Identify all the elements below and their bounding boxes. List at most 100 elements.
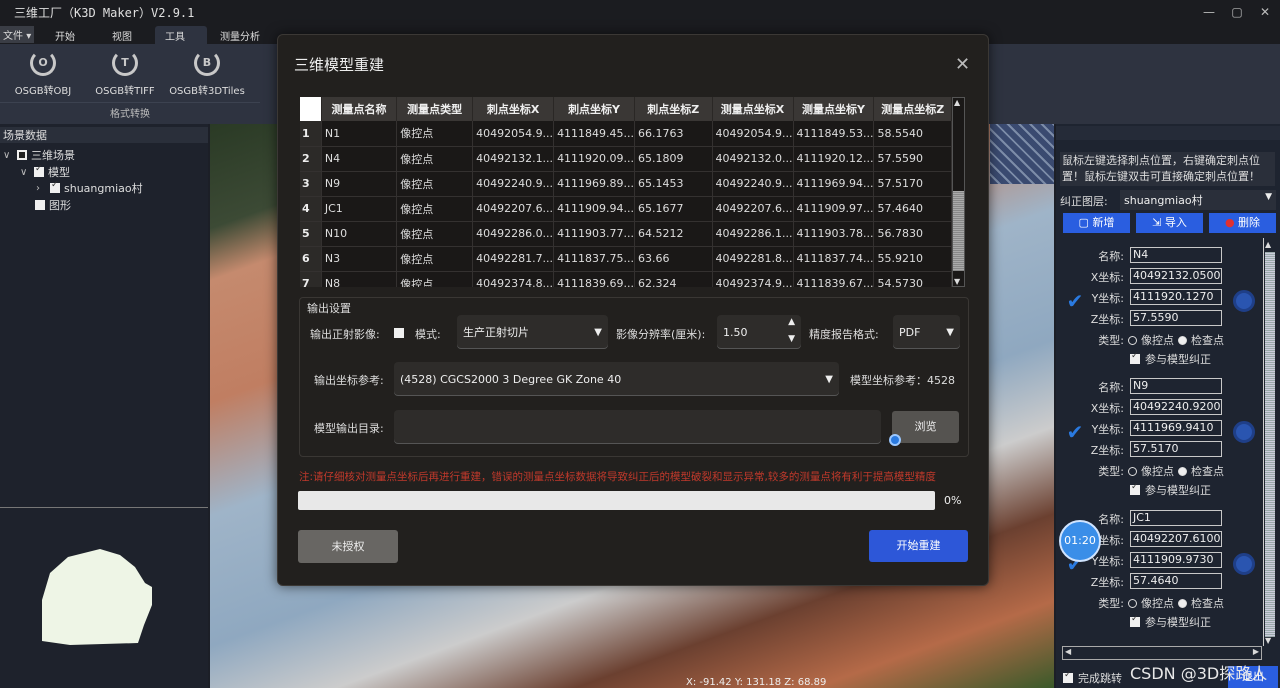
table-cell[interactable]: 54.5730 (873, 271, 952, 287)
table-cell[interactable]: 40492374.8... (472, 271, 555, 287)
table-row[interactable]: 1 N1 像控点 40492054.9... 4111849.45... 66.1763 4… (300, 121, 952, 147)
close-icon[interactable]: ✕ (955, 54, 970, 75)
chevron-right-icon[interactable]: › (36, 183, 46, 194)
table-cell[interactable]: JC1 (321, 196, 398, 222)
checkbox[interactable] (1063, 670, 1073, 683)
table-cell[interactable]: 4111909.94... (553, 196, 636, 222)
table-cell[interactable]: 40492132.1... (472, 146, 555, 172)
row-number[interactable]: 6 (300, 246, 322, 272)
table-cell[interactable]: 40492374.9... (712, 271, 794, 287)
table-cell[interactable]: 63.66 (634, 246, 713, 272)
table-cell[interactable]: 40492054.9... (712, 121, 794, 147)
locate-target-icon[interactable] (1233, 553, 1255, 575)
checkbox[interactable] (1130, 351, 1140, 364)
spin-down-icon[interactable]: ▼ (788, 334, 795, 344)
y-coordinate-field[interactable]: 4111909.9730 (1130, 552, 1222, 568)
report-format-select[interactable]: PDF ▼ (893, 315, 960, 349)
table-row[interactable]: 5 N10 像控点 40492286.0... 4111903.77... 64.5212… (300, 221, 952, 247)
checkbox[interactable] (34, 164, 44, 177)
x-coordinate-field[interactable]: 40492240.9200 (1130, 399, 1222, 415)
start-reconstruction-button[interactable]: 开始重建 (869, 530, 968, 562)
table-cell[interactable]: 64.5212 (634, 221, 713, 247)
table-cell[interactable]: 4111903.78... (793, 221, 875, 247)
add-point-button[interactable]: ▢ 新增 (1063, 213, 1130, 233)
column-header[interactable]: 测量点类型 (396, 97, 474, 121)
column-header[interactable]: 测量点坐标Z (873, 97, 952, 121)
table-cell[interactable]: 4111969.89... (553, 171, 636, 197)
tab-tools[interactable]: 工具 (155, 26, 207, 44)
table-cell[interactable]: 像控点 (396, 221, 474, 247)
table-cell[interactable]: 58.5540 (873, 121, 952, 147)
table-cell[interactable]: 像控点 (396, 271, 474, 287)
resolution-spinbox[interactable]: 1.50 ▲ ▼ (717, 315, 801, 349)
x-coordinate-field[interactable]: 40492207.6100 (1130, 531, 1222, 547)
locate-target-icon[interactable] (1233, 290, 1255, 312)
table-cell[interactable]: 4111849.45... (553, 121, 636, 147)
table-cell[interactable]: N3 (321, 246, 398, 272)
locate-target-icon[interactable] (1233, 421, 1255, 443)
table-cell[interactable]: N8 (321, 271, 398, 287)
table-cell[interactable]: 4111920.12... (793, 146, 875, 172)
table-cell[interactable]: 40492054.9... (472, 121, 555, 147)
table-cell[interactable]: 40492281.7... (472, 246, 555, 272)
row-number[interactable]: 3 (300, 171, 322, 197)
column-header[interactable]: 测量点坐标Y (793, 97, 875, 121)
scroll-up-icon[interactable]: ▲ (954, 98, 960, 107)
y-coordinate-field[interactable]: 4111969.9410 (1130, 420, 1222, 436)
table-cell[interactable]: 4111909.97... (793, 196, 875, 222)
table-cell[interactable]: 4111969.94... (793, 171, 875, 197)
row-number[interactable]: 5 (300, 221, 322, 247)
osgb-to-3dtiles-button[interactable]: B OSGB转3DTiles (167, 48, 247, 97)
point-name-field[interactable]: JC1 (1130, 510, 1222, 526)
table-cell[interactable]: 40492240.9... (472, 171, 555, 197)
participate-checkbox[interactable]: 参与模型纠正 (1130, 351, 1211, 367)
table-cell[interactable]: 57.5590 (873, 146, 952, 172)
scrollbar-thumb[interactable] (953, 191, 964, 271)
browse-button[interactable]: 浏览 (892, 411, 959, 443)
scroll-down-icon[interactable]: ▼ (954, 277, 960, 286)
table-cell[interactable]: 像控点 (396, 171, 474, 197)
radio-check-point[interactable] (1178, 598, 1187, 608)
z-coordinate-field[interactable]: 57.5590 (1130, 310, 1222, 326)
radio-control-point[interactable] (1128, 466, 1137, 476)
done-jump-checkbox[interactable]: 完成跳转 (1063, 670, 1122, 686)
mode-select[interactable]: 生产正射切片 ▼ (457, 315, 608, 349)
minimap[interactable] (40, 545, 165, 650)
tree-item-shuangmiao[interactable]: › shuangmiao村 (36, 180, 143, 196)
osgb-to-obj-button[interactable]: O OSGB转OBJ (3, 48, 83, 97)
table-cell[interactable]: 65.1677 (634, 196, 713, 222)
participate-checkbox[interactable]: 参与模型纠正 (1130, 614, 1211, 630)
table-cell[interactable]: 57.5170 (873, 171, 952, 197)
table-cell[interactable]: N1 (321, 121, 398, 147)
scroll-left-icon[interactable]: ◀ (1065, 647, 1071, 656)
table-cell[interactable]: 62.324 (634, 271, 713, 287)
table-row[interactable]: 7 N8 像控点 40492374.8... 4111839.69... 62.324 40… (300, 271, 952, 287)
file-menu[interactable]: 文件 ▾ (0, 26, 35, 43)
checkbox[interactable] (1130, 614, 1140, 627)
y-coordinate-field[interactable]: 4111920.1270 (1130, 289, 1222, 305)
scroll-up-icon[interactable]: ▲ (1265, 240, 1271, 249)
table-cell[interactable]: 4111839.67... (793, 271, 875, 287)
point-name-field[interactable]: N9 (1130, 378, 1222, 394)
scrollbar-thumb[interactable] (1265, 252, 1275, 637)
radio-control-point[interactable] (1128, 598, 1137, 608)
participate-checkbox[interactable]: 参与模型纠正 (1130, 482, 1211, 498)
table-cell[interactable]: 56.7830 (873, 221, 952, 247)
table-row[interactable]: 6 N3 像控点 40492281.7... 4111837.75... 63.66 404… (300, 246, 952, 272)
ortho-checkbox[interactable] (394, 328, 404, 338)
chevron-down-icon[interactable]: ∨ (3, 150, 13, 161)
unauthorized-button[interactable]: 未授权 (298, 530, 398, 563)
maximize-button[interactable]: ▢ (1226, 3, 1248, 21)
minimize-button[interactable]: — (1198, 3, 1220, 21)
table-row[interactable]: 3 N9 像控点 40492240.9... 4111969.89... 65.1453 4… (300, 171, 952, 197)
column-header[interactable]: 刺点坐标X (472, 97, 555, 121)
table-cell[interactable]: 66.1763 (634, 121, 713, 147)
table-cell[interactable]: 55.9210 (873, 246, 952, 272)
table-cell[interactable]: 像控点 (396, 146, 474, 172)
column-header[interactable]: 刺点坐标Y (553, 97, 636, 121)
table-cell[interactable]: 40492132.0... (712, 146, 794, 172)
table-cell[interactable]: 40492207.6... (712, 196, 794, 222)
tree-item-model[interactable]: ∨ 模型 (20, 164, 70, 180)
tree-item-scene[interactable]: ∨ 三维场景 (3, 147, 75, 163)
table-cell[interactable]: 像控点 (396, 121, 474, 147)
